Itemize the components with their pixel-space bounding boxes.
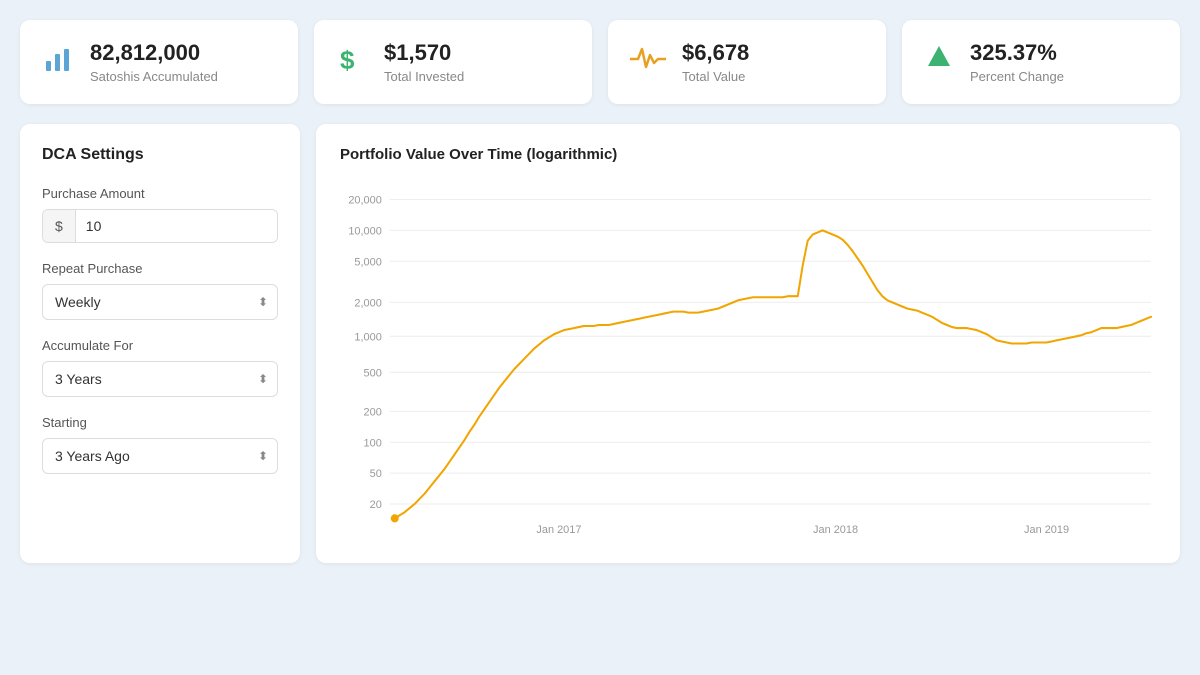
repeat-purchase-wrapper: Weekly Daily Monthly ⬍ bbox=[42, 284, 278, 320]
bar-chart-icon bbox=[42, 43, 74, 82]
satoshis-card: 82,812,000 Satoshis Accumulated bbox=[20, 20, 298, 104]
top-cards-section: 82,812,000 Satoshis Accumulated $ $1,570… bbox=[20, 20, 1180, 104]
total-value-card: $6,678 Total Value bbox=[608, 20, 886, 104]
chart-container: 20,000 10,000 5,000 2,000 1,000 500 200 … bbox=[340, 181, 1156, 541]
arrow-up-icon bbox=[924, 44, 954, 81]
percent-change-value: 325.37% bbox=[970, 40, 1064, 66]
svg-text:2,000: 2,000 bbox=[354, 298, 381, 310]
chart-panel: Portfolio Value Over Time (logarithmic) … bbox=[316, 124, 1180, 563]
accumulate-for-select[interactable]: 3 Years 1 Year 2 Years 5 Years bbox=[42, 361, 278, 397]
svg-text:50: 50 bbox=[370, 468, 382, 480]
repeat-purchase-select[interactable]: Weekly Daily Monthly bbox=[42, 284, 278, 320]
portfolio-chart: 20,000 10,000 5,000 2,000 1,000 500 200 … bbox=[340, 181, 1156, 541]
pulse-icon bbox=[630, 45, 666, 80]
purchase-amount-group: Purchase Amount $ .00 bbox=[42, 186, 278, 243]
svg-text:Jan 2018: Jan 2018 bbox=[813, 524, 858, 536]
svg-text:20,000: 20,000 bbox=[348, 195, 381, 207]
purchase-amount-input[interactable] bbox=[76, 210, 277, 242]
satoshis-label: Satoshis Accumulated bbox=[90, 69, 218, 84]
repeat-purchase-label: Repeat Purchase bbox=[42, 261, 278, 276]
svg-text:100: 100 bbox=[364, 438, 382, 450]
starting-wrapper: 3 Years Ago 1 Year Ago 2 Years Ago 5 Yea… bbox=[42, 438, 278, 474]
purchase-amount-label: Purchase Amount bbox=[42, 186, 278, 201]
dollar-icon: $ bbox=[336, 43, 368, 82]
settings-panel: DCA Settings Purchase Amount $ .00 Repea… bbox=[20, 124, 300, 563]
svg-text:5,000: 5,000 bbox=[354, 257, 381, 269]
chart-start-dot bbox=[391, 515, 399, 523]
svg-text:200: 200 bbox=[364, 407, 382, 419]
main-area: DCA Settings Purchase Amount $ .00 Repea… bbox=[20, 124, 1180, 563]
starting-label: Starting bbox=[42, 415, 278, 430]
accumulate-for-wrapper: 3 Years 1 Year 2 Years 5 Years ⬍ bbox=[42, 361, 278, 397]
svg-text:Jan 2019: Jan 2019 bbox=[1024, 524, 1069, 536]
purchase-amount-input-wrapper: $ .00 bbox=[42, 209, 278, 243]
chart-line bbox=[395, 231, 1151, 519]
accumulate-for-label: Accumulate For bbox=[42, 338, 278, 353]
svg-text:1,000: 1,000 bbox=[354, 332, 381, 344]
total-value-value: $6,678 bbox=[682, 40, 749, 66]
svg-text:$: $ bbox=[340, 45, 355, 75]
svg-text:500: 500 bbox=[364, 368, 382, 380]
purchase-amount-prefix: $ bbox=[43, 210, 76, 242]
invested-label: Total Invested bbox=[384, 69, 464, 84]
starting-select[interactable]: 3 Years Ago 1 Year Ago 2 Years Ago 5 Yea… bbox=[42, 438, 278, 474]
satoshis-content: 82,812,000 Satoshis Accumulated bbox=[90, 40, 218, 84]
chart-title: Portfolio Value Over Time (logarithmic) bbox=[340, 146, 1156, 163]
invested-card: $ $1,570 Total Invested bbox=[314, 20, 592, 104]
settings-title: DCA Settings bbox=[42, 146, 278, 164]
invested-content: $1,570 Total Invested bbox=[384, 40, 464, 84]
percent-change-content: 325.37% Percent Change bbox=[970, 40, 1064, 84]
purchase-amount-suffix: .00 bbox=[277, 210, 278, 242]
svg-text:20: 20 bbox=[370, 499, 382, 511]
percent-change-card: 325.37% Percent Change bbox=[902, 20, 1180, 104]
svg-text:Jan 2017: Jan 2017 bbox=[536, 524, 581, 536]
total-value-label: Total Value bbox=[682, 69, 749, 84]
satoshis-value: 82,812,000 bbox=[90, 40, 218, 66]
invested-value: $1,570 bbox=[384, 40, 464, 66]
svg-text:10,000: 10,000 bbox=[348, 226, 381, 238]
total-value-content: $6,678 Total Value bbox=[682, 40, 749, 84]
starting-group: Starting 3 Years Ago 1 Year Ago 2 Years … bbox=[42, 415, 278, 474]
repeat-purchase-group: Repeat Purchase Weekly Daily Monthly ⬍ bbox=[42, 261, 278, 320]
percent-change-label: Percent Change bbox=[970, 69, 1064, 84]
accumulate-for-group: Accumulate For 3 Years 1 Year 2 Years 5 … bbox=[42, 338, 278, 397]
